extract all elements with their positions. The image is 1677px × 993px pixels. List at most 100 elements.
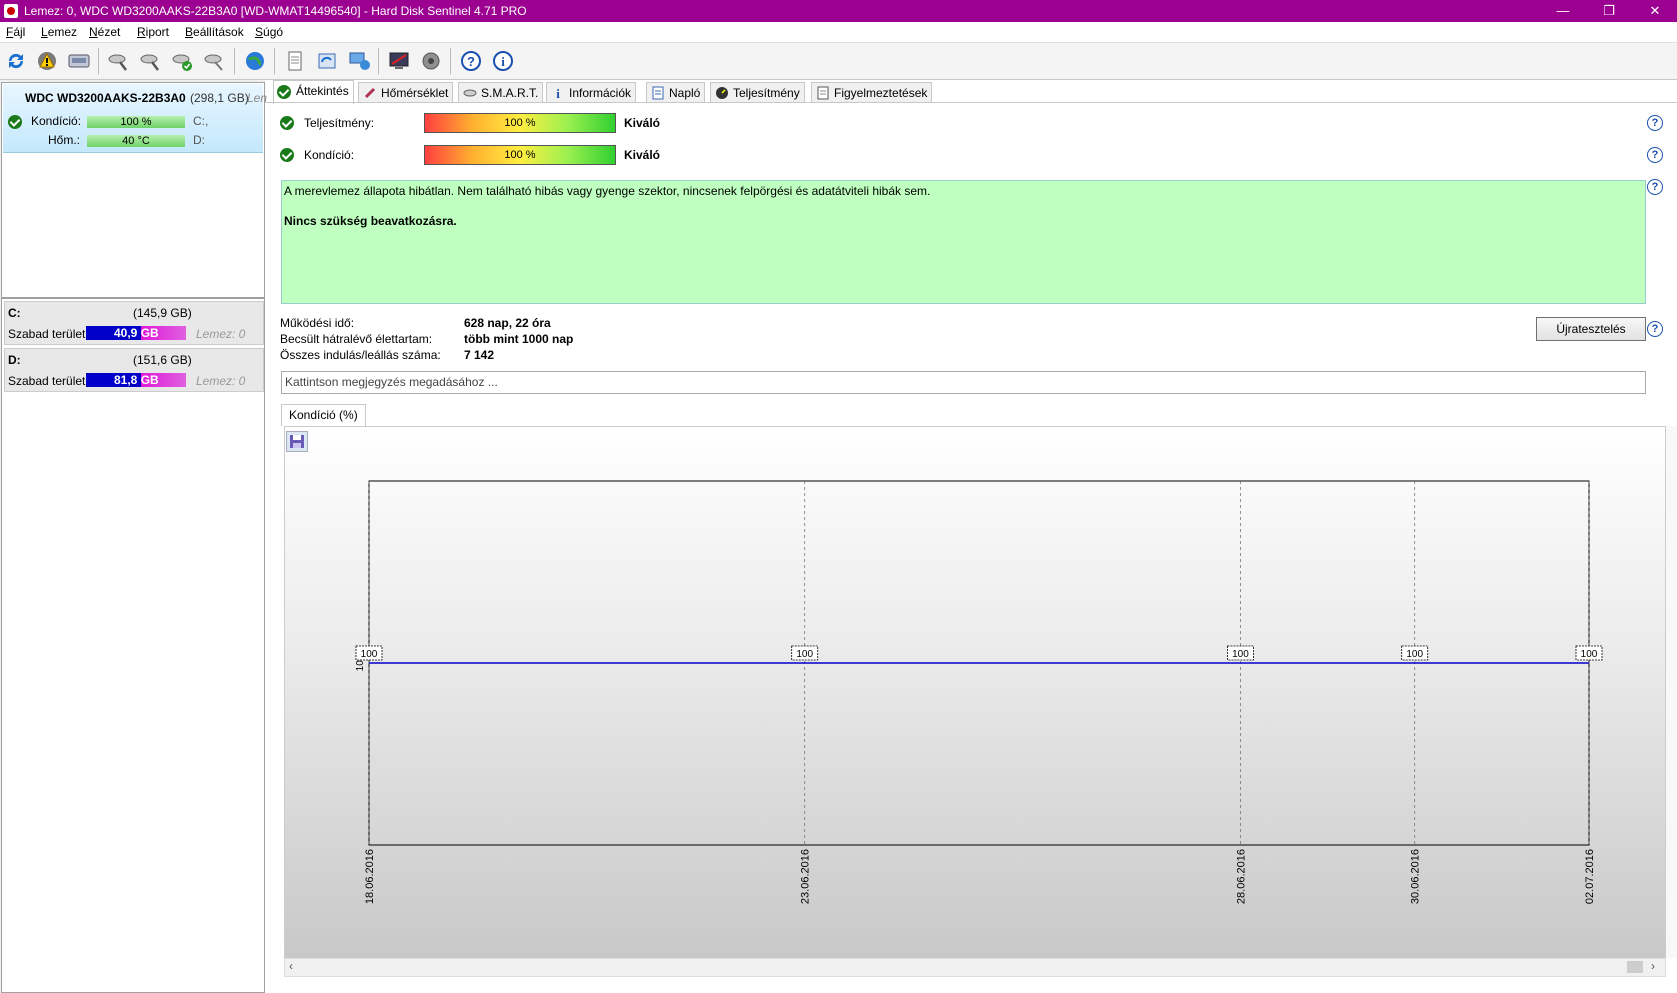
status-text: A merevlemez állapota hibátlan. Nem talá… — [284, 184, 931, 198]
tab-information[interactable]: i Információk — [546, 82, 637, 103]
note-input[interactable]: Kattintson megjegyzés megadásához ... — [281, 371, 1646, 394]
uptime-value: 628 nap, 22 óra — [464, 316, 551, 330]
volume-disk: Lemez: 0 — [196, 327, 246, 341]
tab-temperature[interactable]: Hőmérséklet — [358, 82, 454, 103]
disk-temp-label: Hőm.: — [48, 133, 81, 147]
alerts-icon — [817, 86, 829, 100]
tab-divider — [265, 102, 1677, 103]
condition-bar: 100 % — [424, 145, 616, 165]
svg-text:?: ? — [467, 54, 475, 69]
remaining-value: több mint 1000 nap — [464, 332, 574, 346]
menu-settings[interactable]: Beállítások — [185, 25, 244, 39]
menu-help[interactable]: Súgó — [255, 25, 283, 39]
disk-ok-icon[interactable] — [170, 48, 196, 74]
toolbar: ? i — [0, 43, 1677, 80]
disk-size: (298,1 GB) — [190, 91, 249, 105]
volume-free-value: 40,9 GB — [114, 326, 159, 340]
x-tick-label: 28.06.2016 — [1235, 849, 1247, 904]
disk-test-icon[interactable] — [106, 48, 132, 74]
volume-size: (145,9 GB) — [133, 306, 192, 320]
minimize-button[interactable]: — — [1540, 0, 1586, 22]
help-icon[interactable]: ? — [458, 48, 484, 74]
disk-icon[interactable] — [66, 48, 92, 74]
tab-smart[interactable]: S.M.A.R.T. — [458, 82, 544, 103]
log-icon — [652, 86, 664, 100]
starts-value: 7 142 — [464, 348, 495, 362]
disk-name: WDC WD3200AAKS-22B3A0 — [25, 91, 186, 105]
x-tick-label: 02.07.2016 — [1584, 849, 1596, 904]
gauge-icon — [716, 87, 728, 99]
volume-item[interactable]: C: (145,9 GB) Szabad terület 40,9 GB Lem… — [4, 301, 264, 345]
close-button[interactable]: ✕ — [1632, 0, 1677, 22]
window-title: Lemez: 0, WDC WD3200AAKS-22B3A0 [WD-WMAT… — [24, 4, 527, 18]
menu-bar: Fájl Lemez Nézet Riport Beállítások Súgó — [0, 22, 1677, 43]
remaining-label: Becsült hátralévő élettartam: — [280, 332, 433, 346]
disk-ok-icon — [8, 115, 22, 129]
left-panel: WDC WD3200AAKS-22B3A0 (298,1 GB) Len Kon… — [0, 80, 267, 993]
tab-alerts[interactable]: Figyelmeztetések — [811, 82, 933, 103]
tab-overview[interactable]: Áttekintés — [273, 80, 354, 104]
tab-log[interactable]: Napló — [646, 82, 706, 103]
disk-temp-bar: 40 °C — [87, 135, 185, 147]
volume-free-bar: 40,9 GB — [86, 326, 186, 340]
uptime-label: Működési idő: — [280, 316, 355, 330]
data-label: 100 — [361, 649, 378, 660]
restore-button[interactable]: ❐ — [1586, 0, 1632, 22]
volume-disk: Lemez: 0 — [196, 374, 246, 388]
condition-ok-icon — [280, 148, 294, 162]
horizontal-scrollbar[interactable]: ‹ › — [284, 958, 1666, 977]
volume-free-label: Szabad terület — [8, 374, 86, 388]
svg-text:i: i — [501, 54, 505, 69]
info-icon: i — [556, 86, 560, 100]
help-icon[interactable]: ? — [1647, 321, 1663, 337]
disk-wrench-icon[interactable] — [202, 48, 228, 74]
disk-list: WDC WD3200AAKS-22B3A0 (298,1 GB) Len Kon… — [1, 82, 267, 298]
performance-bar: 100 % — [424, 113, 616, 133]
scroll-left-icon[interactable]: ‹ — [289, 959, 293, 973]
menu-view[interactable]: Nézet — [89, 25, 120, 39]
help-icon[interactable]: ? — [1647, 179, 1663, 195]
send-icon[interactable] — [314, 48, 340, 74]
menu-disk[interactable]: Lemez — [41, 25, 77, 39]
disk-item[interactable]: WDC WD3200AAKS-22B3A0 (298,1 GB) Len Kon… — [3, 84, 267, 153]
chart-edge — [1666, 426, 1677, 958]
disk-test2-icon[interactable] — [138, 48, 164, 74]
tab-performance[interactable]: Teljesítmény — [710, 82, 805, 103]
report-icon[interactable] — [282, 48, 308, 74]
info-icon[interactable]: i — [490, 48, 516, 74]
help-icon[interactable]: ? — [1647, 147, 1663, 163]
monitor-icon[interactable] — [386, 48, 412, 74]
condition-label: Kondíció: — [304, 148, 355, 162]
starts-label: Összes indulás/leállás száma: — [280, 348, 441, 362]
retest-button[interactable]: Újratesztelés — [1536, 317, 1646, 341]
alert-icon[interactable] — [34, 48, 60, 74]
menu-file[interactable]: Fájl — [6, 25, 25, 39]
menu-report[interactable]: Riport — [137, 25, 169, 39]
chart-area: 18.06.2016 23.06.2016 28.06.2016 30.06.2016… — [284, 426, 1666, 960]
scroll-thumb[interactable] — [1627, 961, 1643, 973]
thermometer-icon — [364, 87, 376, 99]
help-icon[interactable]: ? — [1647, 115, 1663, 131]
chart-tab-condition[interactable]: Kondíció (%) — [281, 404, 366, 426]
data-label: 100 — [1232, 649, 1249, 660]
volume-free-bar: 81,8 GB — [86, 373, 186, 387]
performance-rating: Kiváló — [624, 116, 661, 130]
condition-rating: Kiváló — [624, 148, 661, 162]
disk-condition-bar: 100 % — [87, 116, 185, 128]
scroll-right-icon[interactable]: › — [1651, 959, 1655, 973]
title-bar: Lemez: 0, WDC WD3200AAKS-22B3A0 [WD-WMAT… — [0, 0, 1677, 22]
refresh-icon[interactable] — [3, 48, 29, 74]
web-icon[interactable] — [242, 48, 268, 74]
x-tick-label: 18.06.2016 — [364, 849, 376, 904]
volume-letter: D: — [8, 353, 21, 367]
data-label: 100 — [796, 649, 813, 660]
volume-item[interactable]: D: (151,6 GB) Szabad terület 81,8 GB Lem… — [4, 348, 264, 392]
x-tick-label: 30.06.2016 — [1410, 849, 1422, 904]
disk-condition-label: Kondíció: — [31, 114, 82, 128]
app-icon — [4, 4, 18, 18]
condition-chart: 18.06.2016 23.06.2016 28.06.2016 30.06.2016… — [355, 480, 1603, 904]
volume-free-value: 81,8 GB — [114, 373, 159, 387]
network-icon[interactable] — [346, 48, 372, 74]
smart-icon — [463, 89, 477, 97]
sound-icon[interactable] — [418, 48, 444, 74]
